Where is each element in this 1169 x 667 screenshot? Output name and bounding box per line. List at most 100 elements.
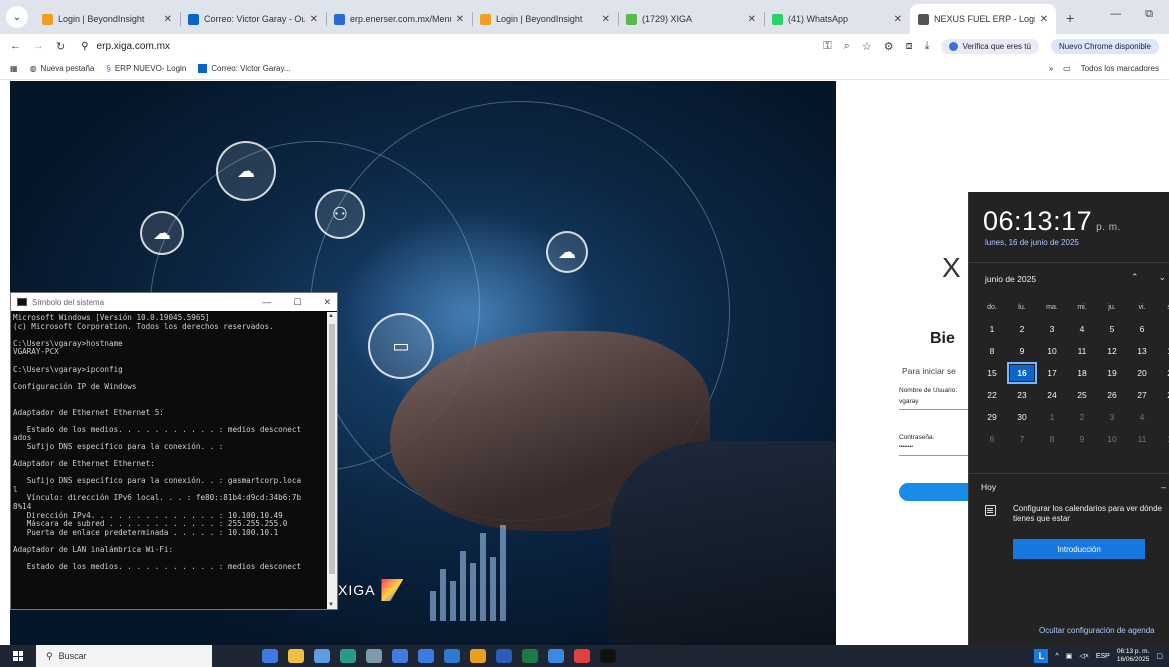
calendar-day[interactable]: 14: [1157, 340, 1169, 362]
browser-tab[interactable]: erp.enerser.com.mx/MenuFram ✕: [326, 4, 472, 34]
tab-search-button[interactable]: ⌄: [6, 6, 28, 28]
calendar-day[interactable]: 23: [1007, 384, 1037, 406]
scroll-up-icon[interactable]: ▲: [328, 313, 334, 319]
close-icon[interactable]: ✕: [323, 297, 331, 308]
calendar-day[interactable]: 3: [1037, 318, 1067, 340]
browser-tab[interactable]: Login | BeyondInsight ✕: [472, 4, 618, 34]
app-icon[interactable]: [366, 649, 382, 663]
calendar-day[interactable]: 6: [977, 428, 1007, 450]
calendar-day-today[interactable]: 16: [1007, 362, 1037, 384]
calendar-day[interactable]: 22: [977, 384, 1007, 406]
calendar-day[interactable]: 4: [1127, 406, 1157, 428]
browser-tab[interactable]: Correo: Victor Garay - Outlook ✕: [180, 4, 326, 34]
calendar-day[interactable]: 9: [1067, 428, 1097, 450]
calendar-day[interactable]: 29: [977, 406, 1007, 428]
taskbar-search-box[interactable]: ⚲ Buscar: [36, 645, 212, 667]
maximize-icon[interactable]: ☐: [293, 297, 301, 308]
get-started-button[interactable]: Introducción: [1013, 539, 1145, 559]
tab-close-icon[interactable]: ✕: [748, 14, 756, 25]
calendar-day[interactable]: 13: [1127, 340, 1157, 362]
calendar-day[interactable]: 1: [1037, 406, 1067, 428]
chrome-icon[interactable]: [470, 649, 486, 663]
calendar-day[interactable]: 9: [1007, 340, 1037, 362]
forward-icon[interactable]: →: [33, 40, 44, 52]
calendar-day[interactable]: 2: [1007, 318, 1037, 340]
calendar-day[interactable]: 17: [1037, 362, 1067, 384]
calendar-day[interactable]: 1: [977, 318, 1007, 340]
network-icon[interactable]: ▣: [1066, 652, 1073, 660]
reload-icon[interactable]: ↻: [56, 40, 65, 53]
app-icon[interactable]: [340, 649, 356, 663]
notifications-icon[interactable]: ▢: [1156, 652, 1163, 660]
app-icon[interactable]: [574, 649, 590, 663]
calendar-day[interactable]: 11: [1127, 428, 1157, 450]
tab-close-icon[interactable]: ✕: [894, 14, 902, 25]
calendar-day[interactable]: 21: [1157, 362, 1169, 384]
calendar-month-label[interactable]: junio de 2025: [985, 274, 1036, 284]
tab-close-icon[interactable]: ✕: [1040, 14, 1048, 25]
app-icon[interactable]: [314, 649, 330, 663]
file-explorer-icon[interactable]: [288, 649, 304, 663]
start-button[interactable]: [0, 645, 36, 667]
hide-agenda-link[interactable]: Ocultar configuración de agenda: [1039, 626, 1155, 635]
download-icon[interactable]: ⤓: [925, 40, 930, 53]
bookmark-item[interactable]: ◍ Nueva pestaña: [30, 64, 95, 73]
app-icon[interactable]: [548, 649, 564, 663]
cmd-output[interactable]: Microsoft Windows [Versión 10.0.19045.59…: [11, 312, 327, 609]
calendar-day[interactable]: 24: [1037, 384, 1067, 406]
verify-identity-button[interactable]: Verifica que eres tú: [941, 38, 1039, 54]
calendar-day[interactable]: 30: [1007, 406, 1037, 428]
bookmark-item[interactable]: § ERP NUEVO- Login: [106, 64, 186, 73]
calendar-day[interactable]: 5: [1157, 406, 1169, 428]
extensions-puzzle-icon[interactable]: ⧈: [906, 40, 913, 53]
calendar-day[interactable]: 27: [1127, 384, 1157, 406]
previous-month-button[interactable]: ⌃: [1131, 272, 1139, 283]
calendar-day[interactable]: 15: [977, 362, 1007, 384]
terminal-icon[interactable]: [600, 649, 616, 663]
tab-close-icon[interactable]: ✕: [456, 14, 464, 25]
volume-icon[interactable]: ◁×: [1079, 652, 1088, 660]
zoom-icon[interactable]: ⌕: [844, 40, 850, 53]
edge-icon[interactable]: [418, 649, 434, 663]
calendar-day[interactable]: 5: [1097, 318, 1127, 340]
calendar-day[interactable]: 12: [1097, 340, 1127, 362]
calendar-day[interactable]: 10: [1097, 428, 1127, 450]
minimize-icon[interactable]: —: [1110, 8, 1121, 21]
password-icon[interactable]: ⚿: [823, 40, 831, 53]
calendar-day[interactable]: 11: [1067, 340, 1097, 362]
apps-grid-icon[interactable]: ▦: [10, 64, 18, 73]
restore-icon[interactable]: ⧉: [1145, 8, 1153, 21]
calendar-day[interactable]: 8: [1037, 428, 1067, 450]
flyout-date-link[interactable]: lunes, 16 de junio de 2025: [985, 238, 1079, 247]
password-field[interactable]: ••••••••: [899, 444, 913, 450]
calendar-day[interactable]: 12: [1157, 428, 1169, 450]
cmd-scrollbar[interactable]: ▲ ▼: [327, 312, 337, 609]
tray-app-icon[interactable]: L: [1034, 649, 1049, 663]
calendar-day[interactable]: 8: [977, 340, 1007, 362]
tab-close-icon[interactable]: ✕: [164, 14, 172, 25]
calendar-day[interactable]: 10: [1037, 340, 1067, 362]
username-field[interactable]: vgaray: [899, 398, 919, 405]
bookmark-star-icon[interactable]: ☆: [862, 40, 872, 53]
excel-icon[interactable]: [522, 649, 538, 663]
chrome-update-button[interactable]: Nuevo Chrome disponible: [1050, 38, 1159, 54]
taskbar-clock[interactable]: 06:13 p. m. 16/06/2025: [1117, 648, 1150, 664]
tab-close-icon[interactable]: ✕: [310, 14, 318, 25]
address-bar[interactable]: ⚲ erp.xiga.com.mx: [81, 41, 170, 52]
new-tab-button[interactable]: +: [1056, 10, 1084, 34]
extension-icon[interactable]: ⚙: [884, 40, 894, 53]
back-icon[interactable]: ←: [10, 40, 21, 52]
calendar-day[interactable]: 25: [1067, 384, 1097, 406]
calendar-day[interactable]: 19: [1097, 362, 1127, 384]
bookmarks-overflow-button[interactable]: »: [1049, 64, 1053, 73]
calendar-day[interactable]: 7: [1157, 318, 1169, 340]
bookmark-item[interactable]: Correo: Victor Garay...: [198, 64, 291, 73]
next-month-button[interactable]: ⌄: [1159, 272, 1167, 283]
all-bookmarks-link[interactable]: Todos los marcadores: [1081, 64, 1159, 73]
task-view-icon[interactable]: [236, 649, 252, 663]
word-icon[interactable]: [496, 649, 512, 663]
browser-tab[interactable]: NEXUS FUEL ERP - Login ✕: [910, 4, 1056, 34]
collapse-agenda-icon[interactable]: –: [1161, 482, 1166, 492]
app-icon[interactable]: [392, 649, 408, 663]
calendar-day[interactable]: 20: [1127, 362, 1157, 384]
